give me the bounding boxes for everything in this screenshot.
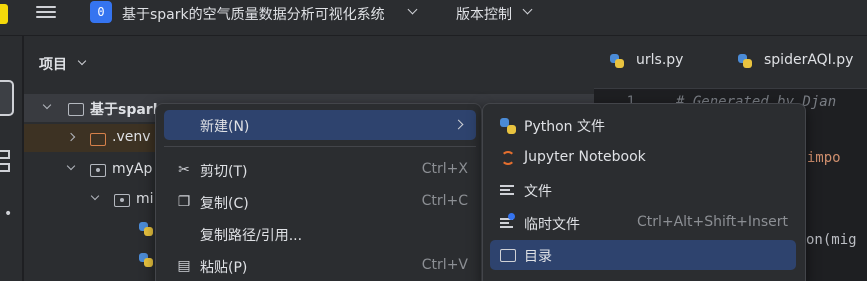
menu-item-paste[interactable]: ▤ 粘贴(P) Ctrl+V: [164, 251, 476, 281]
python-file-icon: [610, 54, 624, 68]
file-icon: [500, 183, 514, 199]
submenu-item-file[interactable]: 文件: [490, 175, 796, 205]
shortcut-label: Ctrl+C: [421, 193, 468, 209]
tab-label: urls.py: [636, 52, 684, 68]
menu-item-label: 复制(C): [200, 196, 249, 212]
scratch-file-icon: [500, 213, 515, 232]
submenu-item-scratch-file[interactable]: 临时文件 Ctrl+Alt+Shift+Insert: [490, 208, 796, 238]
shortcut-label: Ctrl+X: [421, 161, 468, 177]
chevron-down-icon[interactable]: [42, 100, 52, 110]
paste-icon: ▤: [177, 258, 191, 274]
directory-icon: [500, 249, 516, 262]
tree-label: 基于spark: [90, 102, 163, 118]
code-line-call: on(mig: [806, 232, 857, 248]
tree-label: myAp: [112, 161, 153, 177]
submenu-item-label: Jupyter Notebook: [524, 149, 646, 165]
folder-icon: [68, 103, 84, 116]
chevron-right-icon: [453, 119, 464, 130]
chevron-down-icon[interactable]: [522, 4, 533, 15]
tool-window-strip: •: [0, 36, 23, 281]
structure-tool-icon[interactable]: [0, 150, 10, 176]
python-file-icon: [738, 54, 752, 68]
chevron-down-icon[interactable]: [90, 191, 100, 201]
submenu-item-label: 文件: [524, 184, 552, 200]
python-file-icon[interactable]: [139, 222, 153, 236]
menu-item-label: 粘贴(P): [200, 260, 248, 276]
menu-item-label: 新建(N): [200, 119, 250, 135]
chevron-down-icon[interactable]: [407, 4, 418, 15]
submenu-item-label: 临时文件: [524, 217, 580, 233]
app-logo: [0, 4, 8, 24]
vcs-menu[interactable]: 版本控制: [456, 4, 512, 24]
submenu-item-python-file[interactable]: Python 文件: [490, 110, 796, 140]
panel-title[interactable]: 项目: [39, 54, 67, 74]
submenu-item-label: Python 文件: [524, 119, 605, 135]
code-keyword: impo: [806, 150, 841, 166]
package-folder-icon: [114, 194, 130, 207]
package-folder-icon: [90, 164, 106, 177]
project-name[interactable]: 基于spark的空气质量数据分析可视化系统: [122, 4, 385, 24]
submenu-item-label: 目录: [524, 249, 552, 265]
tab-spideraqi[interactable]: spiderAQI.py: [738, 44, 867, 78]
menu-item-new[interactable]: 新建(N): [164, 110, 476, 140]
cut-icon: ✂: [178, 162, 190, 178]
menu-item-cut[interactable]: ✂ 剪切(T) Ctrl+X: [164, 155, 476, 185]
python-file-icon[interactable]: [139, 253, 153, 267]
shortcut-label: Ctrl+V: [421, 257, 468, 273]
chevron-right-icon[interactable]: [66, 132, 76, 142]
submenu-item-directory[interactable]: 目录: [490, 240, 796, 270]
menu-item-label: 复制路径/引用...: [200, 228, 303, 244]
jupyter-icon: [501, 151, 515, 165]
project-tool-icon[interactable]: [0, 80, 14, 116]
python-icon: [500, 118, 516, 134]
more-tools-icon[interactable]: •: [4, 206, 12, 222]
title-bar: 0 基于spark的空气质量数据分析可视化系统 版本控制: [0, 0, 867, 36]
chevron-down-icon[interactable]: [66, 161, 76, 171]
tree-label: mi: [136, 191, 154, 207]
menu-separator: [164, 146, 476, 147]
menu-item-copy[interactable]: ❐ 复制(C) Ctrl+C: [164, 187, 476, 217]
menu-item-copy-path[interactable]: 复制路径/引用...: [164, 219, 476, 249]
folder-icon: [90, 133, 106, 146]
project-badge[interactable]: 0: [90, 1, 112, 23]
submenu-item-jupyter[interactable]: Jupyter Notebook: [490, 143, 796, 173]
tab-urls[interactable]: urls.py: [610, 44, 720, 78]
shortcut-label: Ctrl+Alt+Shift+Insert: [636, 214, 788, 230]
tab-label: spiderAQI.py: [764, 52, 854, 68]
copy-icon: ❐: [177, 194, 191, 210]
menu-item-label: 剪切(T): [200, 164, 248, 180]
main-menu-icon[interactable]: [36, 3, 56, 23]
tree-label: .venv: [112, 129, 151, 145]
